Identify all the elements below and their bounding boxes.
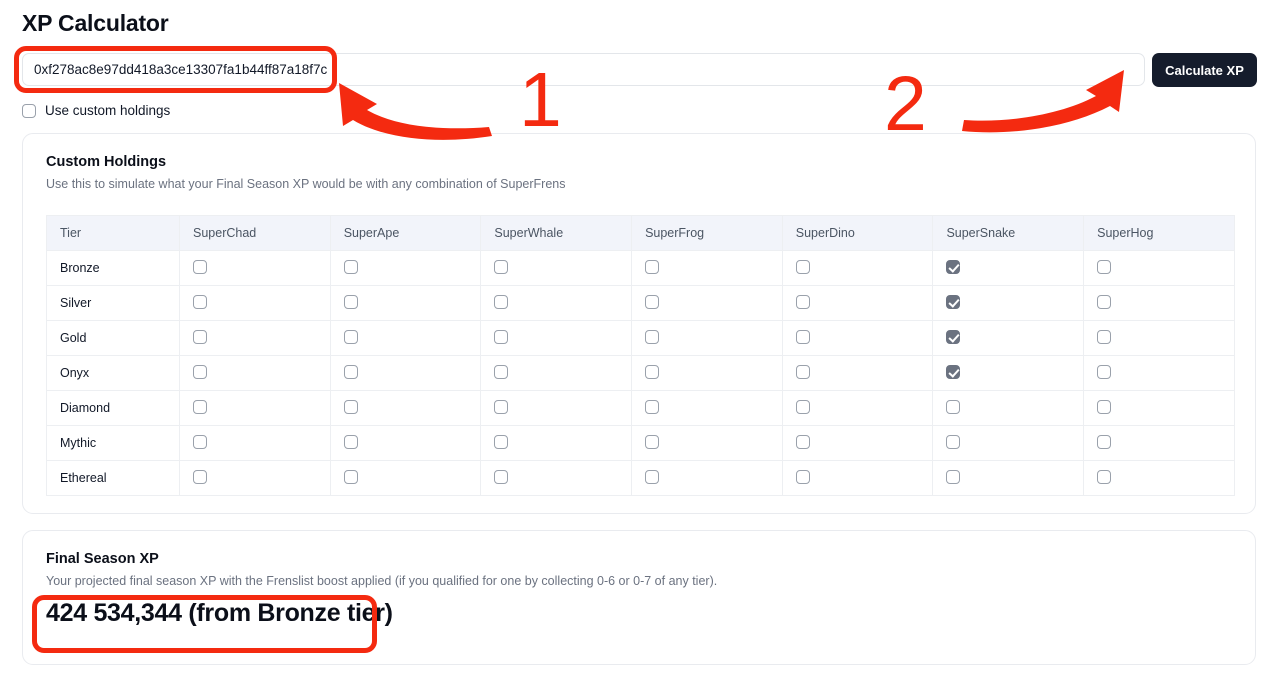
holding-checkbox-bronze-superape[interactable] bbox=[343, 259, 358, 274]
table-row: Gold bbox=[46, 320, 1235, 356]
table-header-row: Tier SuperChad SuperApe SuperWhale SuperFrog… bbox=[46, 215, 1235, 251]
holding-checkbox-bronze-superwhale[interactable] bbox=[494, 259, 509, 274]
holding-checkbox-mythic-superape[interactable] bbox=[343, 434, 358, 449]
holding-checkbox-diamond-superchad[interactable] bbox=[193, 399, 207, 414]
holding-checkbox-onyx-superape[interactable] bbox=[343, 364, 358, 379]
table-row: Diamond bbox=[46, 390, 1235, 426]
holding-checkbox-silver-supersnake[interactable] bbox=[946, 294, 961, 309]
holding-checkbox-onyx-superfrog[interactable] bbox=[645, 364, 660, 379]
holdings-table: Tier SuperChad SuperApe SuperWhale SuperFrog… bbox=[46, 215, 1235, 496]
holding-checkbox-diamond-superwhale[interactable] bbox=[494, 399, 509, 414]
custom-holdings-subtitle: Use this to simulate what your Final Sea… bbox=[46, 177, 566, 191]
holding-checkbox-bronze-supersnake[interactable] bbox=[946, 259, 961, 274]
annotation-arrow-1 bbox=[339, 83, 492, 140]
holding-checkbox-onyx-superdino[interactable] bbox=[795, 364, 810, 379]
holding-checkbox-ethereal-supersnake[interactable] bbox=[946, 469, 961, 484]
page-title: XP Calculator bbox=[22, 10, 169, 36]
tier-label-gold: Gold bbox=[46, 320, 180, 356]
final-season-xp-value: 424 534,344 (from Bronze tier) bbox=[46, 599, 393, 627]
holding-checkbox-silver-superfrog[interactable] bbox=[645, 294, 660, 309]
custom-holdings-title: Custom Holdings bbox=[46, 154, 167, 170]
holding-checkbox-mythic-superhog[interactable] bbox=[1097, 434, 1112, 449]
table-row: Ethereal bbox=[46, 460, 1235, 496]
tier-label-silver: Silver bbox=[46, 285, 180, 321]
holding-checkbox-mythic-superwhale[interactable] bbox=[494, 434, 509, 449]
tier-label-diamond: Diamond bbox=[46, 390, 180, 426]
holding-checkbox-gold-superhog[interactable] bbox=[1097, 329, 1112, 344]
holding-checkbox-diamond-superfrog[interactable] bbox=[645, 399, 660, 414]
holding-checkbox-silver-superwhale[interactable] bbox=[494, 294, 509, 309]
holding-checkbox-gold-superdino[interactable] bbox=[795, 329, 810, 344]
wallet-address-input[interactable] bbox=[22, 53, 1145, 86]
tier-label-bronze: Bronze bbox=[46, 250, 180, 286]
holding-checkbox-ethereal-superhog[interactable] bbox=[1097, 469, 1112, 484]
final-season-xp-card: Final Season XP Your projected final sea… bbox=[22, 530, 1256, 665]
use-custom-holdings-row[interactable]: Use custom holdings bbox=[22, 103, 170, 118]
final-season-xp-subtitle: Your projected final season XP with the … bbox=[46, 574, 718, 588]
calculate-xp-button[interactable]: Calculate XP bbox=[1152, 53, 1257, 87]
tier-label-onyx: Onyx bbox=[46, 355, 180, 391]
holding-checkbox-mythic-supersnake[interactable] bbox=[946, 434, 961, 449]
table-header-tier: Tier bbox=[46, 215, 180, 251]
holding-checkbox-gold-superchad[interactable] bbox=[193, 329, 207, 344]
holding-checkbox-diamond-supersnake[interactable] bbox=[946, 399, 961, 414]
xp-calculator-page: XP Calculator Calculate XP Use custom ho… bbox=[0, 0, 1280, 675]
holding-checkbox-gold-superape[interactable] bbox=[343, 329, 358, 344]
holding-checkbox-mythic-superchad[interactable] bbox=[193, 434, 207, 449]
holding-checkbox-silver-superape[interactable] bbox=[343, 294, 358, 309]
holding-checkbox-onyx-superhog[interactable] bbox=[1097, 364, 1112, 379]
use-custom-holdings-checkbox[interactable] bbox=[22, 103, 36, 118]
table-header-supersnake: SuperSnake bbox=[932, 215, 1085, 251]
holding-checkbox-onyx-superwhale[interactable] bbox=[494, 364, 509, 379]
table-header-superfrog: SuperFrog bbox=[631, 215, 783, 251]
table-header-superhog: SuperHog bbox=[1083, 215, 1235, 251]
holding-checkbox-bronze-superhog[interactable] bbox=[1097, 259, 1112, 274]
table-header-superwhale: SuperWhale bbox=[480, 215, 633, 251]
table-header-superape: SuperApe bbox=[329, 215, 482, 251]
holding-checkbox-mythic-superdino[interactable] bbox=[795, 434, 810, 449]
holding-checkbox-silver-superdino[interactable] bbox=[795, 294, 810, 309]
table-body: Bronze Silver Gold Onyx Diamond Mythic Etherea… bbox=[46, 250, 1235, 496]
table-header-superdino: SuperDino bbox=[781, 215, 934, 251]
holding-checkbox-diamond-superhog[interactable] bbox=[1097, 399, 1112, 414]
holding-checkbox-onyx-superchad[interactable] bbox=[193, 364, 207, 379]
holding-checkbox-gold-supersnake[interactable] bbox=[946, 329, 961, 344]
table-row: Onyx bbox=[46, 355, 1235, 391]
holding-checkbox-onyx-supersnake[interactable] bbox=[946, 364, 961, 379]
use-custom-holdings-label: Use custom holdings bbox=[45, 103, 171, 118]
tier-label-mythic: Mythic bbox=[46, 425, 180, 461]
holding-checkbox-ethereal-superfrog[interactable] bbox=[645, 469, 660, 484]
table-row: Silver bbox=[46, 285, 1235, 321]
holding-checkbox-ethereal-superape[interactable] bbox=[343, 469, 358, 484]
custom-holdings-card: Custom Holdings Use this to simulate wha… bbox=[22, 133, 1256, 514]
tier-label-ethereal: Ethereal bbox=[46, 460, 180, 496]
holding-checkbox-silver-superhog[interactable] bbox=[1097, 294, 1112, 309]
final-season-xp-title: Final Season XP bbox=[46, 551, 159, 567]
holding-checkbox-gold-superfrog[interactable] bbox=[645, 329, 660, 344]
holding-checkbox-ethereal-superdino[interactable] bbox=[795, 469, 810, 484]
holding-checkbox-mythic-superfrog[interactable] bbox=[645, 434, 660, 449]
holding-checkbox-bronze-superdino[interactable] bbox=[795, 259, 810, 274]
holding-checkbox-bronze-superchad[interactable] bbox=[193, 259, 207, 274]
table-row: Bronze bbox=[46, 250, 1235, 286]
holding-checkbox-ethereal-superwhale[interactable] bbox=[494, 469, 509, 484]
holding-checkbox-ethereal-superchad[interactable] bbox=[193, 469, 207, 484]
holding-checkbox-gold-superwhale[interactable] bbox=[494, 329, 509, 344]
holding-checkbox-diamond-superape[interactable] bbox=[343, 399, 358, 414]
holding-checkbox-silver-superchad[interactable] bbox=[193, 294, 207, 309]
holding-checkbox-bronze-superfrog[interactable] bbox=[645, 259, 660, 274]
holding-checkbox-diamond-superdino[interactable] bbox=[795, 399, 810, 414]
table-row: Mythic bbox=[46, 425, 1235, 461]
table-header-superchad: SuperChad bbox=[179, 215, 331, 251]
